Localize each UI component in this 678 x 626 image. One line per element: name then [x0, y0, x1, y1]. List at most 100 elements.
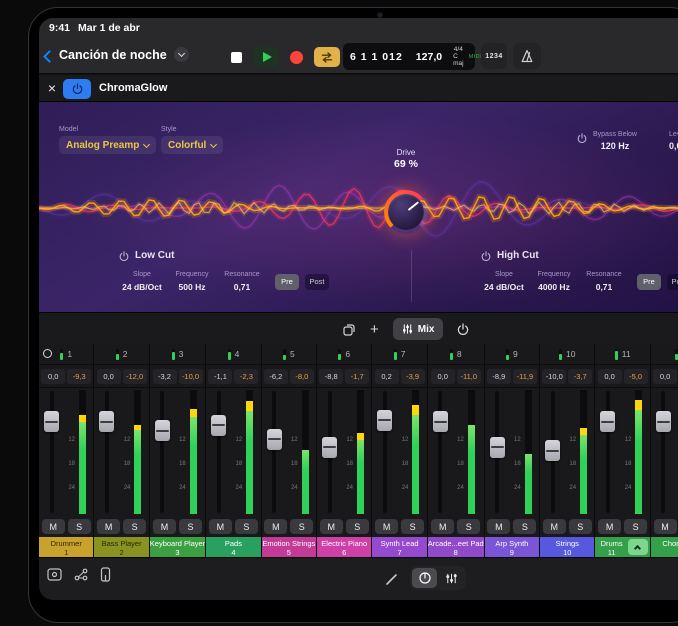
high-cut-pre-button[interactable]: Pre: [637, 274, 661, 290]
mute-button[interactable]: M: [264, 519, 287, 534]
draw-tool-icon[interactable]: [385, 573, 398, 586]
fader-track[interactable]: [155, 388, 170, 516]
low-cut-power-icon[interactable]: [119, 251, 129, 261]
bypass-power-icon[interactable]: [577, 133, 587, 152]
count-in-button[interactable]: 1234: [481, 43, 507, 69]
track-label[interactable]: Arcade...eet Pad 8: [428, 537, 484, 557]
model-control[interactable]: Model Analog Preamp: [59, 126, 156, 154]
track-label[interactable]: Bass Player 2: [94, 537, 148, 557]
track-label[interactable]: Emotion Strings 5: [262, 537, 316, 557]
strip-volume-value[interactable]: 0,0: [431, 369, 455, 384]
cycle-button[interactable]: [314, 47, 340, 67]
strip-peak-value[interactable]: -3,9: [401, 369, 425, 384]
track-label[interactable]: Pads 4: [206, 537, 260, 557]
strip-peak-value[interactable]: -10,0: [179, 369, 203, 384]
fader-cap[interactable]: [545, 440, 560, 461]
expand-button[interactable]: [628, 539, 648, 555]
low-cut-slope[interactable]: Slope 24 dB/Oct: [119, 270, 165, 293]
fader-cap[interactable]: [155, 420, 170, 441]
fader-track[interactable]: [656, 388, 671, 516]
keyboard-icon[interactable]: [100, 567, 111, 582]
mute-button[interactable]: M: [375, 519, 398, 534]
stop-button[interactable]: [231, 52, 242, 63]
record-button[interactable]: [290, 51, 303, 64]
back-chevron-icon[interactable]: [43, 50, 56, 63]
strip-volume-value[interactable]: -10,0: [542, 369, 566, 384]
level-control[interactable]: Level 0,0: [669, 130, 678, 152]
strip-monitor-icon[interactable]: [43, 349, 52, 358]
solo-button[interactable]: S: [346, 519, 369, 534]
style-control[interactable]: Style Colorful: [161, 126, 223, 154]
track-label[interactable]: Strings 10: [540, 537, 594, 557]
routing-icon[interactable]: [74, 568, 88, 581]
metronome-button[interactable]: [513, 43, 541, 69]
high-cut-post-button[interactable]: Post: [667, 274, 678, 290]
solo-button[interactable]: S: [290, 519, 313, 534]
track-label[interactable]: Keyboard Player 3: [150, 537, 205, 557]
mute-button[interactable]: M: [42, 519, 65, 534]
strip-peak-value[interactable]: -11,0: [457, 369, 481, 384]
fader-cap[interactable]: [267, 429, 282, 450]
solo-button[interactable]: S: [68, 519, 91, 534]
solo-button[interactable]: S: [457, 519, 480, 534]
fader-track[interactable]: [99, 388, 114, 516]
solo-button[interactable]: S: [179, 519, 202, 534]
fader-track[interactable]: [433, 388, 448, 516]
strip-peak-value[interactable]: -5,0: [624, 369, 648, 384]
browser-icon[interactable]: [47, 568, 62, 581]
mute-button[interactable]: M: [209, 519, 232, 534]
drive-knob[interactable]: [384, 190, 428, 234]
strip-volume-value[interactable]: 0,0: [598, 369, 622, 384]
strip-volume-value[interactable]: -6,2: [264, 369, 288, 384]
strip-peak-value[interactable]: -3,7: [568, 369, 592, 384]
track-label[interactable]: Drums 11: [595, 537, 649, 557]
mute-button[interactable]: M: [487, 519, 510, 534]
bypass-below-control[interactable]: Bypass Below 120 Hz: [577, 130, 637, 152]
low-cut-frequency[interactable]: Frequency 500 Hz: [169, 270, 215, 293]
high-cut-resonance[interactable]: Resonance 0,71: [581, 270, 627, 293]
high-cut-frequency[interactable]: Frequency 4000 Hz: [531, 270, 577, 293]
fader-cap[interactable]: [656, 411, 671, 432]
solo-button[interactable]: S: [624, 519, 647, 534]
song-title-group[interactable]: Canción de noche: [59, 47, 189, 62]
duplicate-button[interactable]: [343, 323, 356, 336]
strip-volume-value[interactable]: 0,0: [97, 369, 121, 384]
controls-view-button[interactable]: [412, 568, 437, 588]
solo-button[interactable]: S: [401, 519, 424, 534]
mute-button[interactable]: M: [320, 519, 343, 534]
track-label[interactable]: Electric Piano 6: [317, 537, 371, 557]
mix-view-button[interactable]: Mix: [393, 318, 444, 340]
lcd-display[interactable]: 6 1 1 012 127,0 4/4 C maj MIDI: [343, 43, 475, 70]
faders-view-button[interactable]: [439, 568, 464, 588]
plugin-power-button[interactable]: [63, 79, 91, 99]
add-track-button[interactable]: +: [370, 322, 379, 337]
track-label[interactable]: Drummer 1: [39, 537, 93, 557]
track-label[interactable]: Arp Synth 9: [485, 537, 539, 557]
strip-volume-value[interactable]: -8,9: [487, 369, 511, 384]
low-cut-post-button[interactable]: Post: [305, 274, 329, 290]
high-cut-slope[interactable]: Slope 24 dB/Oct: [481, 270, 527, 293]
mixer-power-button[interactable]: [457, 323, 469, 335]
fader-track[interactable]: [600, 388, 615, 516]
fader-cap[interactable]: [600, 411, 615, 432]
fader-track[interactable]: [322, 388, 337, 516]
mute-button[interactable]: M: [153, 519, 176, 534]
fader-cap[interactable]: [211, 415, 226, 436]
solo-button[interactable]: S: [123, 519, 146, 534]
play-button[interactable]: [253, 47, 279, 67]
mute-button[interactable]: M: [598, 519, 621, 534]
fader-track[interactable]: [267, 388, 282, 516]
low-cut-pre-button[interactable]: Pre: [275, 274, 299, 290]
track-label[interactable]: Synth Lead 7: [372, 537, 426, 557]
solo-button[interactable]: S: [235, 519, 258, 534]
strip-volume-value[interactable]: -1,1: [208, 369, 232, 384]
mute-button[interactable]: M: [97, 519, 120, 534]
fader-cap[interactable]: [99, 411, 114, 432]
strip-peak-value[interactable]: -8,0: [290, 369, 314, 384]
fader-cap[interactable]: [490, 437, 505, 458]
strip-volume-value[interactable]: 0,2: [375, 369, 399, 384]
strip-volume-value[interactable]: 0,0: [41, 369, 65, 384]
mute-button[interactable]: M: [431, 519, 454, 534]
fader-track[interactable]: [490, 388, 505, 516]
fader-cap[interactable]: [322, 437, 337, 458]
